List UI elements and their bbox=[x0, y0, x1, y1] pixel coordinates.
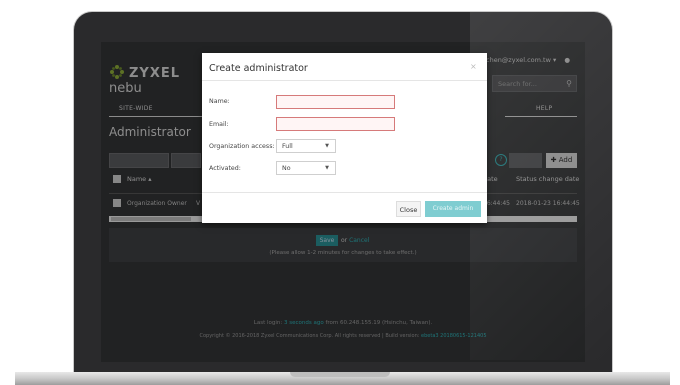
org-access-value: Full bbox=[282, 143, 293, 150]
email-field[interactable] bbox=[276, 117, 395, 131]
caret-down-icon: ▼ bbox=[325, 143, 329, 149]
dialog-footer-divider bbox=[202, 192, 487, 193]
laptop-notch bbox=[290, 372, 390, 377]
close-button[interactable]: Close bbox=[396, 201, 421, 217]
dialog-title: Create administrator bbox=[209, 63, 308, 74]
name-label: Name: bbox=[209, 98, 230, 105]
create-admin-dialog: Create administrator × Name: Email: Orga… bbox=[202, 53, 487, 223]
email-label: Email: bbox=[209, 121, 229, 128]
dialog-header-divider bbox=[202, 80, 487, 81]
caret-down-icon: ▼ bbox=[325, 165, 329, 171]
close-icon[interactable]: × bbox=[470, 62, 477, 71]
create-admin-button[interactable]: Create admin bbox=[425, 201, 481, 217]
org-access-select[interactable]: Full ▼ bbox=[276, 139, 336, 153]
activated-label: Activated: bbox=[209, 165, 241, 172]
activated-value: No bbox=[282, 165, 291, 172]
name-field[interactable] bbox=[276, 95, 395, 109]
activated-select[interactable]: No ▼ bbox=[276, 161, 336, 175]
org-access-label: Organization access: bbox=[209, 143, 275, 150]
